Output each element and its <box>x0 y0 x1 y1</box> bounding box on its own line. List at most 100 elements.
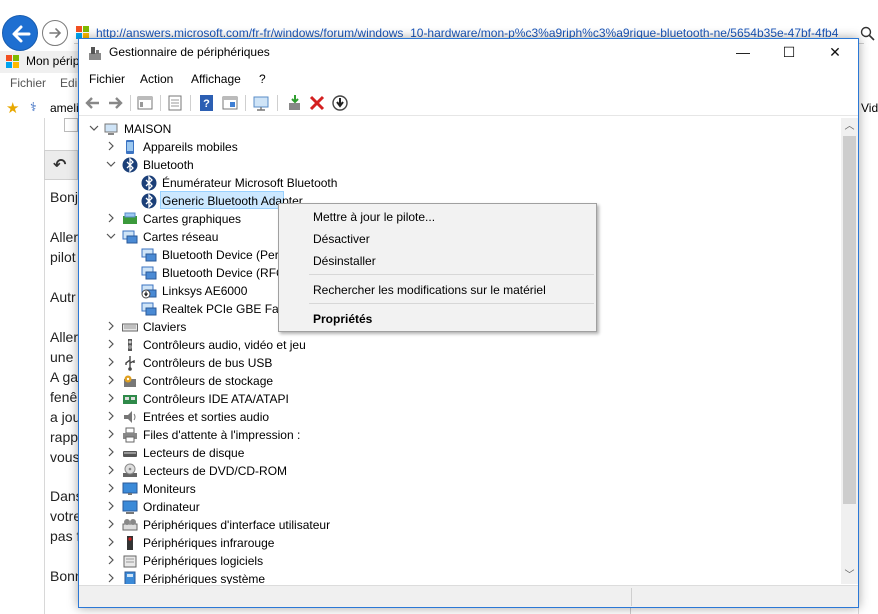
chevron-right-icon[interactable] <box>106 519 116 529</box>
chevron-right-icon[interactable] <box>106 483 116 493</box>
chevron-right-icon[interactable] <box>106 465 116 475</box>
browser-menu-fichier[interactable]: Fichier <box>10 76 46 90</box>
tree-category-item[interactable]: Bluetooth <box>79 156 779 174</box>
chevron-right-icon[interactable] <box>106 501 116 511</box>
tree-category-item[interactable]: Appareils mobiles <box>79 138 779 156</box>
tree-category-item[interactable]: Contrôleurs de bus USB <box>79 354 779 372</box>
favorite-video-link[interactable]: Vid <box>861 101 878 115</box>
menubar: Fichier Action Affichage ? <box>79 67 858 89</box>
chevron-right-icon[interactable] <box>106 411 116 421</box>
forward-icon[interactable] <box>106 94 124 112</box>
tree-item-label: Entrées et sorties audio <box>143 410 270 424</box>
chevron-right-icon[interactable] <box>106 555 116 565</box>
ctx-uninstall-device[interactable]: Désinstaller <box>313 254 376 268</box>
chevron-right-icon[interactable] <box>106 447 116 457</box>
chevron-right-icon[interactable] <box>106 339 116 349</box>
tree-category-item[interactable]: Files d'attente à l'impression : <box>79 426 779 444</box>
tree-item-label: Périphériques infrarouge <box>143 536 275 550</box>
chevron-right-icon[interactable] <box>106 375 116 385</box>
chevron-down-icon[interactable] <box>106 231 116 241</box>
tree-item-label: Contrôleurs IDE ATA/ATAPI <box>143 392 289 406</box>
properties-view-icon[interactable] <box>136 94 154 112</box>
tree-item-label: Bluetooth Device (Per <box>162 248 279 262</box>
tree-category-item[interactable]: Contrôleurs de stockage <box>79 372 779 390</box>
toolbar-separator <box>190 95 191 111</box>
status-bar <box>79 585 858 607</box>
undo-button[interactable]: ↶ <box>44 150 78 180</box>
ctx-update-driver[interactable]: Mettre à jour le pilote... <box>313 210 435 224</box>
tree-category-item[interactable]: Périphériques d'interface utilisateur <box>79 516 779 534</box>
chevron-right-icon[interactable] <box>106 357 116 367</box>
tree-category-item[interactable]: Entrées et sorties audio <box>79 408 779 426</box>
bluetooth-icon <box>122 157 138 173</box>
tree-root-item[interactable]: MAISON <box>79 120 379 138</box>
close-button[interactable]: ✕ <box>812 39 858 67</box>
toolbar-separator <box>160 95 161 111</box>
tree-item-label: Realtek PCIe GBE Fam <box>162 302 289 316</box>
scan-hardware-icon[interactable] <box>253 94 271 112</box>
tree-device-item[interactable]: Énumérateur Microsoft Bluetooth <box>79 174 779 192</box>
tree-category-item[interactable]: Contrôleurs IDE ATA/ATAPI <box>79 390 779 408</box>
chevron-right-icon[interactable] <box>106 213 116 223</box>
list-view-icon[interactable] <box>166 94 184 112</box>
title-bar[interactable]: Gestionnaire de périphériques — ☐ ✕ <box>79 39 858 67</box>
details-view-icon[interactable] <box>221 94 239 112</box>
system-device-icon <box>124 571 136 584</box>
vertical-scrollbar[interactable]: ︿ ﹀ <box>841 118 858 584</box>
ameli-favicon-icon: ⚕ <box>30 100 37 114</box>
content-text-line: Bonj <box>50 189 79 205</box>
ctx-scan-hardware[interactable]: Rechercher les modifications sur le maté… <box>313 283 546 297</box>
chevron-right-icon[interactable] <box>106 393 116 403</box>
maximize-button[interactable]: ☐ <box>766 39 812 67</box>
tree-category-item[interactable]: Lecteurs de DVD/CD-ROM <box>79 462 779 480</box>
scroll-up-arrow-icon[interactable]: ︿ <box>841 118 858 135</box>
back-arrow-icon <box>12 25 31 43</box>
back-icon[interactable] <box>84 94 102 112</box>
tree-category-item[interactable]: Contrôleurs audio, vidéo et jeu <box>79 336 779 354</box>
chevron-right-icon[interactable] <box>106 321 116 331</box>
tree-item-label: Périphériques système <box>143 572 266 584</box>
update-driver-icon[interactable] <box>286 94 304 112</box>
favorites-star-icon[interactable]: ★ <box>6 99 19 117</box>
chevron-right-icon[interactable] <box>106 141 116 151</box>
chevron-down-icon[interactable] <box>106 159 116 169</box>
help-icon[interactable]: ? <box>198 94 216 112</box>
hid-icon <box>122 519 138 531</box>
content-text-line: pilot <box>50 249 76 265</box>
ctx-properties[interactable]: Propriétés <box>313 312 372 326</box>
chevron-right-icon[interactable] <box>106 537 116 547</box>
context-menu: Mettre à jour le pilote... Désactiver Dé… <box>278 203 597 332</box>
scroll-down-arrow-icon[interactable]: ﹀ <box>841 567 858 584</box>
menu-affichage[interactable]: Affichage <box>191 72 241 86</box>
favorite-ameli-link[interactable]: ameli <box>50 101 79 115</box>
window-title: Gestionnaire de périphériques <box>109 45 270 59</box>
uninstall-icon[interactable] <box>308 94 326 112</box>
browser-back-button[interactable] <box>2 15 38 51</box>
chevron-right-icon[interactable] <box>106 573 116 583</box>
ctx-disable-device[interactable]: Désactiver <box>313 232 370 246</box>
tree-category-item[interactable]: Lecteurs de disque <box>79 444 779 462</box>
status-bar-divider <box>631 588 632 606</box>
toolbar-separator <box>130 95 131 111</box>
tree-item-label: Contrôleurs de stockage <box>143 374 274 388</box>
page-input-box[interactable] <box>64 118 78 132</box>
scrollbar-thumb[interactable] <box>843 136 856 504</box>
chevron-right-icon[interactable] <box>106 429 116 439</box>
browser-menu-edition[interactable]: Edi <box>60 76 77 90</box>
menu-fichier[interactable]: Fichier <box>89 72 125 86</box>
menu-help[interactable]: ? <box>259 72 266 86</box>
storage-controller-icon <box>124 375 136 387</box>
tree-category-item[interactable]: Ordinateur <box>79 498 779 516</box>
chevron-down-icon[interactable] <box>89 123 99 133</box>
minimize-button[interactable]: — <box>720 39 766 67</box>
page-right-panel <box>858 118 878 614</box>
disable-device-icon[interactable] <box>331 94 349 112</box>
menu-action[interactable]: Action <box>140 72 173 86</box>
tree-category-item[interactable]: Périphériques logiciels <box>79 552 779 570</box>
tree-category-item[interactable]: Moniteurs <box>79 480 779 498</box>
tree-category-item[interactable]: Périphériques infrarouge <box>79 534 779 552</box>
tree-item-label: Ordinateur <box>143 500 200 514</box>
search-icon[interactable] <box>860 26 876 42</box>
browser-forward-button[interactable] <box>42 20 68 46</box>
tree-category-item[interactable]: Périphériques système <box>79 570 779 584</box>
